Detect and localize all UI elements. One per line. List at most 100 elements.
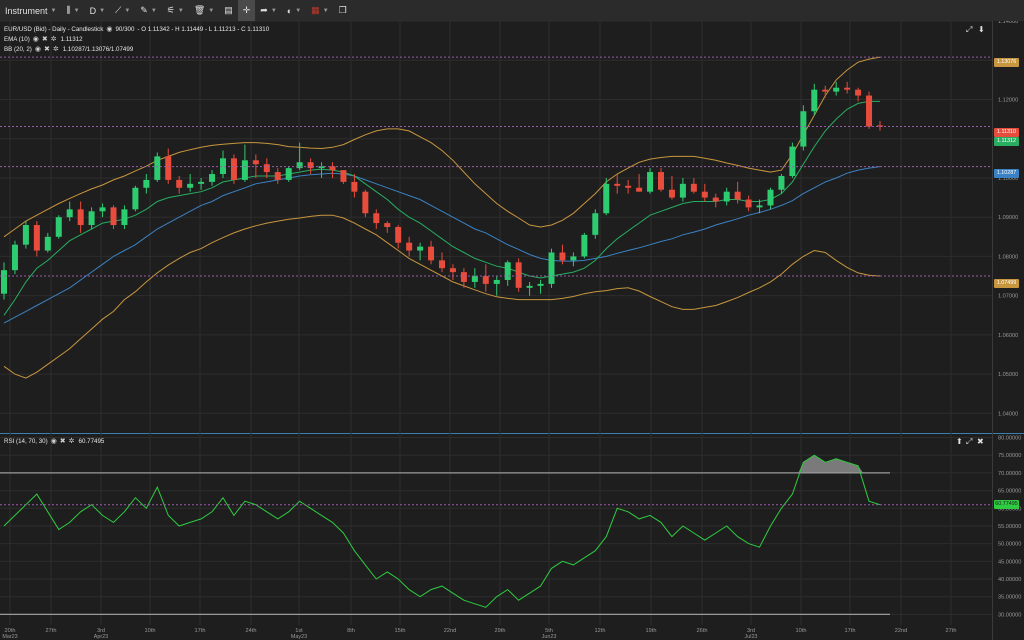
chevron-down-icon: ▼ xyxy=(208,7,215,14)
time-tick-label: 29th xyxy=(495,628,506,634)
rsi-tick-label: 40.00000 xyxy=(998,577,1021,583)
chevron-down-icon: ▼ xyxy=(295,7,302,14)
drawing-line-icon: ⟋ xyxy=(115,5,122,15)
candle-body xyxy=(1,270,7,294)
time-sub-label: Jul23 xyxy=(745,634,758,640)
candle-body xyxy=(132,187,139,210)
time-tick-label: 27th xyxy=(46,628,57,634)
indicators-button[interactable]: ⚟ ▼ xyxy=(162,0,189,21)
toolbar: Instrument ▼ ⫼ ▼ D ▼ ⟋ ▼ ✎ ▼ ⚟ ▼ 🗑 ▼ ▤ ✛ ➦ ▼ ◐ ▼ … xyxy=(0,0,1024,22)
price-tick-label: 1.05000 xyxy=(998,372,1018,378)
candle-body xyxy=(844,87,851,90)
language-flag-icon: ▦ xyxy=(311,5,320,15)
eye-icon[interactable]: ◉ xyxy=(106,25,112,33)
rsi-tick-label: 80.00000 xyxy=(998,436,1021,442)
chevron-down-icon: ▼ xyxy=(124,7,131,14)
candle-body xyxy=(658,172,664,190)
time-tick-label: 17th xyxy=(195,628,206,634)
candle-body xyxy=(373,213,380,224)
price-tick-label: 1.07000 xyxy=(998,294,1018,300)
candle-body xyxy=(395,227,402,243)
time-tick-label: 24th xyxy=(246,628,257,634)
ruler-button[interactable]: ✎ ▼ xyxy=(135,0,162,21)
candle-body xyxy=(340,170,347,182)
chevron-down-icon: ▼ xyxy=(322,7,329,14)
close-icon[interactable]: ✖ xyxy=(42,35,48,43)
rsi-tick-label: 45.00000 xyxy=(998,559,1021,565)
layout-icon: ▤ xyxy=(224,5,233,15)
candle-body xyxy=(384,223,391,227)
language-button[interactable]: ▦ ▼ xyxy=(306,0,333,21)
time-tick-label: 27th xyxy=(946,628,957,634)
expand-icon[interactable]: ⤢ xyxy=(966,25,972,35)
candle-body xyxy=(165,156,172,180)
close-icon[interactable]: ✖ xyxy=(977,437,984,446)
eye-icon[interactable]: ◉ xyxy=(35,45,41,53)
time-sub-label: Jun23 xyxy=(542,634,557,640)
instrument-label: Instrument xyxy=(5,5,48,16)
bb-legend-label: BB (20, 2) xyxy=(4,45,32,53)
arrow-up-icon[interactable]: ⬆ xyxy=(956,437,963,446)
indicators-icon: ⚟ xyxy=(166,5,175,15)
ema-price-tag: 1.11312 xyxy=(994,137,1019,146)
price-tick-label: 1.12000 xyxy=(998,97,1018,103)
close-price-tag: 1.11310 xyxy=(994,128,1019,137)
trash-icon: 🗑 xyxy=(193,5,206,15)
candle-body xyxy=(460,272,467,282)
candle-body xyxy=(439,260,445,269)
close-icon[interactable]: ✖ xyxy=(60,437,66,445)
rsi-tick-label: 30.00000 xyxy=(998,612,1021,618)
chart-canvas[interactable]: 1.140001.130001.120001.110001.100001.090… xyxy=(0,21,1024,640)
time-sub-label: Apr23 xyxy=(94,634,108,640)
arrow-down-icon[interactable]: ⬇ xyxy=(978,25,985,34)
gear-icon[interactable]: ✲ xyxy=(53,45,59,53)
window-icon: ❐ xyxy=(338,5,347,15)
theme-button[interactable]: ◐ ▼ xyxy=(282,0,306,21)
main-legend-ohlc: - O 1.11342 - H 1.11449 - L 1.11213 - C … xyxy=(137,25,270,33)
period-menu[interactable]: D ▼ xyxy=(85,0,110,21)
candle-body xyxy=(855,89,862,96)
theme-icon: ◐ xyxy=(286,5,293,16)
delete-button[interactable]: 🗑 ▼ xyxy=(189,0,219,21)
rsi-tick-label: 65.00000 xyxy=(998,489,1021,495)
candle-body xyxy=(263,164,270,173)
main-legend: EUR/USD (Bid) - Daily - Candlestick ◉ 90… xyxy=(4,25,270,34)
rsi-legend-label: RSI (14, 70, 30) xyxy=(4,437,48,445)
crosshair-button[interactable]: ✛ xyxy=(237,0,256,21)
time-tick-label: 12th xyxy=(595,628,606,634)
candle-body xyxy=(11,244,18,271)
candle-body xyxy=(482,276,489,284)
candle-body xyxy=(428,246,435,261)
candle-body xyxy=(647,172,654,192)
price-tick-label: 1.06000 xyxy=(998,333,1018,339)
ema-legend: EMA (10) ◉ ✖ ✲ 1.11312 xyxy=(4,35,83,44)
expand-icon[interactable]: ⤢ xyxy=(966,437,972,447)
gear-icon[interactable]: ✲ xyxy=(69,437,75,445)
eye-icon[interactable]: ◉ xyxy=(33,35,39,43)
price-tick-label: 1.09000 xyxy=(998,215,1018,221)
candle-body xyxy=(636,187,643,192)
rsi-tick-label: 70.00000 xyxy=(998,471,1021,477)
rsi-tick-label: 55.00000 xyxy=(998,524,1021,530)
candle-body xyxy=(701,191,708,198)
ema-legend-value: 1.11312 xyxy=(60,35,83,43)
crosshair-icon: ✛ xyxy=(242,5,251,15)
gear-icon[interactable]: ✲ xyxy=(51,35,57,43)
candle-body xyxy=(493,279,500,284)
candle-body xyxy=(866,95,873,127)
candle-body xyxy=(723,191,730,202)
close-icon[interactable]: ✖ xyxy=(44,45,50,53)
time-tick-label: 17th xyxy=(845,628,856,634)
share-button[interactable]: ➦ ▼ xyxy=(255,0,282,21)
time-tick-label: 22nd xyxy=(895,628,907,634)
eye-icon[interactable]: ◉ xyxy=(51,437,57,445)
window-button[interactable]: ❐ xyxy=(334,0,352,21)
layout-button[interactable]: ▤ xyxy=(219,0,238,21)
candle-body xyxy=(285,168,292,180)
candle-body xyxy=(570,256,577,261)
candle-type-button[interactable]: ⫼ ▼ xyxy=(61,0,84,21)
instrument-menu[interactable]: Instrument ▼ xyxy=(0,0,61,21)
main-legend-count: 90/300 xyxy=(115,25,135,33)
drawing-tools-button[interactable]: ⟋ ▼ xyxy=(110,0,135,21)
price-tick-label: 1.04000 xyxy=(998,411,1018,417)
